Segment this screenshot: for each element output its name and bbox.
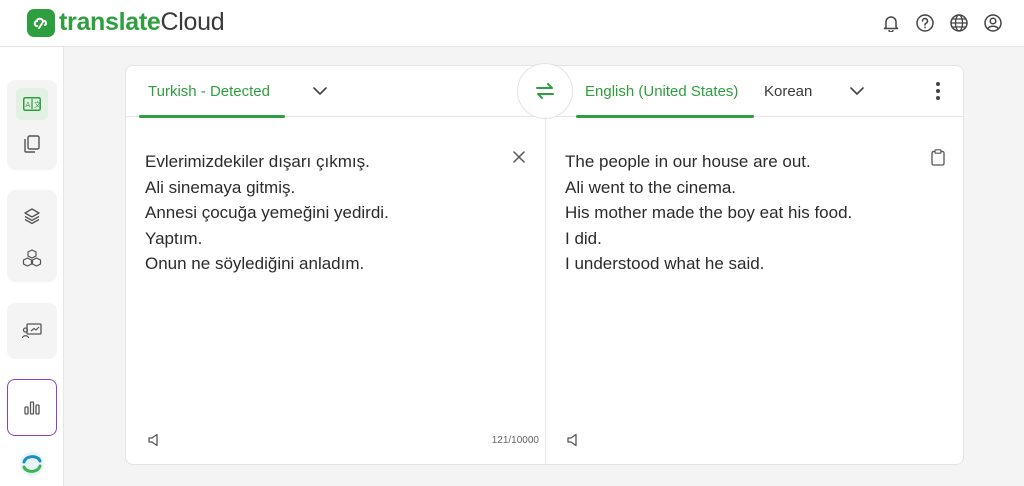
- target-language-label: English (United States): [585, 83, 739, 100]
- logo-mark-icon: [27, 8, 55, 37]
- close-icon: [513, 151, 525, 163]
- sidebar-item-documents[interactable]: [16, 128, 48, 160]
- layers-icon: [24, 208, 40, 225]
- swap-languages: [515, 63, 575, 119]
- swap-icon: [536, 83, 554, 99]
- copy-translation-button[interactable]: [929, 147, 947, 167]
- clipboard-icon: [931, 148, 945, 166]
- chevron-down-icon: [313, 86, 327, 95]
- target-language-dropdown[interactable]: [848, 82, 866, 100]
- source-line: Annesi çocuğa yemeğini yedirdi.: [145, 203, 389, 222]
- cubes-icon: [22, 249, 42, 267]
- source-language-dropdown[interactable]: [311, 82, 329, 100]
- kebab-dot: [936, 82, 940, 86]
- language-tab-bar: Turkish - Detected English (United State…: [126, 63, 963, 119]
- source-text-input[interactable]: Evlerimizdekiler dışarı çıkmış. Ali sine…: [145, 149, 505, 277]
- globe-icon[interactable]: [948, 12, 970, 34]
- sidebar-item-analytics[interactable]: [16, 391, 48, 423]
- logo-text: translateCloud: [59, 8, 225, 37]
- sidebar-item-translate-text[interactable]: A文: [16, 88, 48, 120]
- chevron-down-icon: [850, 86, 864, 95]
- bell-icon[interactable]: [880, 12, 902, 34]
- account-icon[interactable]: [982, 12, 1004, 34]
- translated-text-output: The people in our house are out. Ali wen…: [565, 149, 925, 277]
- target-line: I understood what he said.: [565, 254, 765, 273]
- translate-text-icon: A文: [23, 97, 41, 111]
- speaker-icon: [567, 433, 577, 447]
- logo-text-light: Cloud: [160, 8, 225, 36]
- sidebar-group-present: [7, 303, 57, 359]
- listen-translation-button[interactable]: [564, 431, 582, 449]
- top-header: translateCloud: [0, 0, 1024, 47]
- logo-text-bold: translate: [59, 8, 161, 36]
- source-line: Yaptım.: [145, 228, 203, 248]
- svg-text:文: 文: [34, 100, 41, 109]
- sidebar-group-translate: A文: [7, 80, 57, 170]
- more-options-button[interactable]: [932, 80, 944, 102]
- sidebar-item-presentation[interactable]: [16, 315, 48, 347]
- documents-icon: [24, 135, 40, 153]
- listen-source-button[interactable]: [145, 431, 163, 449]
- source-line: Ali sinemaya gitmiş.: [145, 177, 296, 197]
- target-line: The people in our house are out.: [565, 152, 811, 171]
- bar-chart-icon: [24, 401, 40, 415]
- korean-language-label: Korean: [764, 83, 813, 100]
- source-line: Evlerimizdekiler dışarı çıkmış.: [145, 152, 370, 171]
- source-line: Onun ne söylediğini anladım.: [145, 254, 365, 273]
- panel-divider: [545, 117, 546, 465]
- clear-text-button[interactable]: [510, 148, 528, 166]
- sidebar-item-cubes[interactable]: [16, 242, 48, 274]
- help-icon[interactable]: [914, 12, 936, 34]
- character-count: 121/10000: [491, 435, 539, 446]
- tab-underline: [576, 115, 754, 118]
- tab-source-language[interactable]: Turkish - Detected: [139, 66, 285, 118]
- swap-languages-button[interactable]: [517, 63, 573, 119]
- sidebar-group-tools: [7, 190, 57, 282]
- app-logo-icon[interactable]: [18, 450, 46, 478]
- tab-target-language-active[interactable]: English (United States): [576, 66, 754, 118]
- tab-target-language-korean[interactable]: Korean: [764, 66, 812, 117]
- target-line: I did.: [565, 228, 602, 248]
- kebab-dot: [936, 89, 940, 93]
- kebab-dot: [936, 96, 940, 100]
- app-logo[interactable]: translateCloud: [27, 8, 225, 37]
- target-line: His mother made the boy eat his food.: [565, 203, 853, 222]
- presentation-icon: [22, 323, 42, 339]
- sidebar-item-layers[interactable]: [16, 200, 48, 232]
- header-actions: [880, 12, 1004, 34]
- svg-text:A: A: [26, 101, 31, 109]
- sidebar-group-analytics: [7, 379, 57, 436]
- translation-card: Turkish - Detected English (United State…: [125, 63, 964, 465]
- left-sidebar: A文: [0, 47, 64, 486]
- source-language-label: Turkish - Detected: [148, 83, 270, 100]
- speaker-icon: [148, 433, 158, 447]
- target-line: Ali went to the cinema.: [565, 177, 737, 197]
- tab-underline: [139, 115, 285, 118]
